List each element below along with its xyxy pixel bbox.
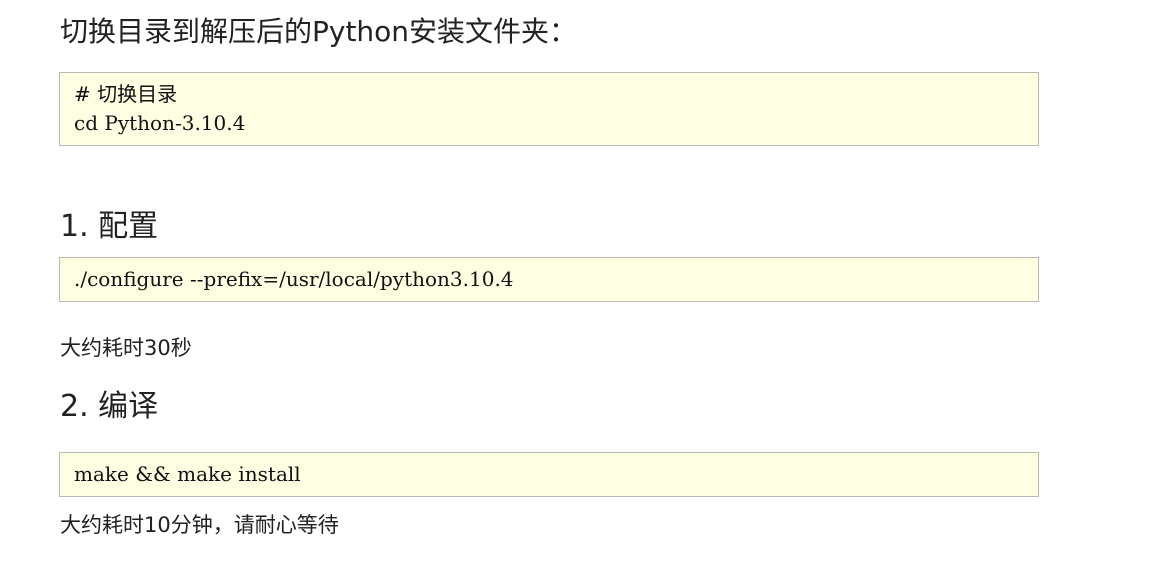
section-heading-compile: 2. 编译: [60, 389, 159, 424]
note-compile-duration: 大约耗时10分钟，请耐心等待: [60, 513, 339, 537]
code-command-line: cd Python-3.10.4: [74, 111, 246, 135]
code-comment-line: # 切换目录: [74, 82, 178, 106]
code-make-line: make && make install: [74, 462, 301, 486]
code-block-configure: ./configure --prefix=/usr/local/python3.…: [59, 257, 1039, 302]
code-block-cd: # 切换目录 cd Python-3.10.4: [59, 72, 1039, 146]
intro-heading: 切换目录到解压后的Python安装文件夹：: [60, 15, 578, 48]
note-configure-duration: 大约耗时30秒: [60, 336, 192, 360]
code-block-compile: make && make install: [59, 452, 1039, 497]
code-configure-line: ./configure --prefix=/usr/local/python3.…: [74, 267, 514, 291]
section-heading-configure: 1. 配置: [60, 209, 159, 244]
